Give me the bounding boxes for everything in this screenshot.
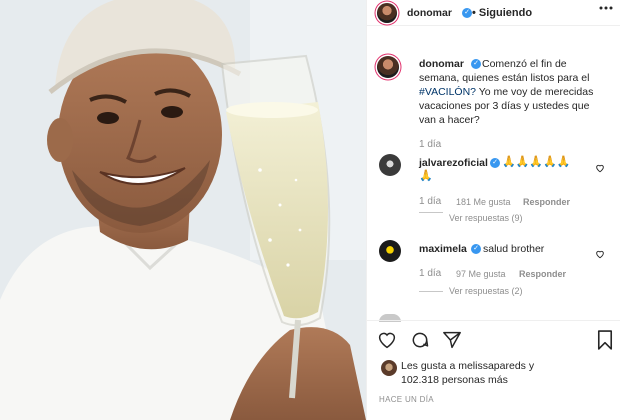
likes-summary-line[interactable]: Les gusta a melissapareds y (401, 360, 534, 373)
view-replies-button[interactable]: Ver respuestas (9) (449, 212, 523, 225)
heart-icon[interactable] (377, 331, 397, 349)
bookmark-icon[interactable] (597, 330, 613, 350)
post-photo[interactable] (0, 0, 366, 420)
comment-heart-icon[interactable] (595, 163, 605, 173)
comment-likes[interactable]: 97 Me gusta (456, 268, 506, 281)
verified-icon: ✓ (471, 59, 481, 69)
comment-heart-icon[interactable] (595, 249, 605, 259)
post-actions-bar (367, 320, 620, 358)
caption-line: semana, quienes están listos para el (419, 72, 590, 84)
post-timestamp[interactable]: HACE UN DÍA (379, 393, 434, 406)
comment-time[interactable]: 1 día (419, 267, 441, 280)
verified-icon: ✓ (462, 8, 472, 18)
verified-icon: ✓ (471, 244, 481, 254)
replies-divider (419, 291, 443, 292)
photo-illustration (0, 0, 366, 420)
caption-username[interactable]: donomar (419, 58, 464, 71)
comment-time[interactable]: 1 día (419, 195, 441, 208)
comment-avatar[interactable] (379, 154, 401, 176)
comment-username[interactable]: jalvarezoficial (419, 157, 488, 170)
comment-likes[interactable]: 181 Me gusta (456, 196, 511, 209)
more-horiz-icon[interactable] (599, 6, 613, 10)
comment-icon[interactable] (410, 330, 430, 350)
verified-icon: ✓ (490, 158, 500, 168)
comment-text: 🙏🙏🙏🙏🙏 (502, 156, 571, 168)
comment-reply-button[interactable]: Responder (523, 196, 570, 209)
liker-avatar[interactable] (381, 360, 397, 376)
post-sidebar: donomar ✓ • Siguiendo donomar ✓ Comenzó … (366, 0, 620, 420)
comment-reply-button[interactable]: Responder (519, 268, 566, 281)
share-icon[interactable] (442, 331, 462, 349)
author-avatar[interactable] (377, 3, 397, 23)
caption-time[interactable]: 1 día (419, 138, 441, 151)
comment-username[interactable]: maximela (419, 243, 467, 256)
comment-text: salud brother (483, 243, 545, 255)
comment-avatar[interactable] (379, 240, 401, 262)
caption-line: vacaciones por 3 días y ustedes que (419, 100, 590, 112)
caption-line: van a hacer? (419, 114, 480, 126)
view-replies-button[interactable]: Ver respuestas (2) (449, 285, 523, 298)
author-username[interactable]: donomar (407, 7, 452, 20)
caption-avatar[interactable] (377, 56, 399, 78)
likes-summary-line[interactable]: 102.318 personas más (401, 374, 508, 387)
caption-line: #VACILÓN? Yo me voy de merecidas (419, 86, 594, 98)
caption-line: Comenzó el fin de (482, 58, 567, 70)
post-header: donomar ✓ • Siguiendo (367, 0, 620, 26)
replies-divider (419, 212, 443, 213)
hashtag-link[interactable]: #VACILÓN? (419, 86, 476, 98)
follow-status[interactable]: • Siguiendo (472, 7, 532, 20)
comment-text-cont: 🙏 (419, 170, 433, 182)
